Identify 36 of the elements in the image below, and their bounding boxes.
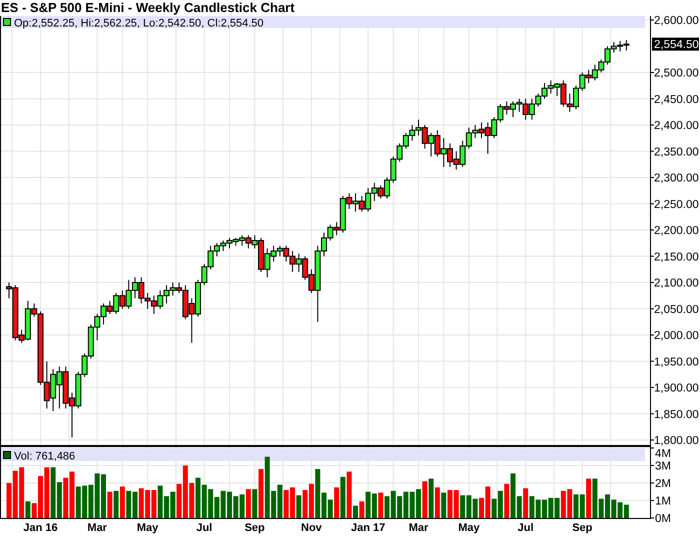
axis-label: 2,500.00	[654, 68, 699, 80]
axis-label: 2,100.00	[654, 278, 699, 290]
axis-label: 1,800.00	[654, 435, 699, 447]
axis-label: 1,950.00	[654, 356, 699, 368]
axis-label: 2,300.00	[654, 172, 699, 184]
axis-label: 0M	[655, 513, 671, 525]
axis-label: 3M	[655, 460, 671, 472]
axis-label: 1M	[655, 496, 671, 508]
axis-label: 2M	[655, 478, 671, 490]
price-readout: Op:2,552.25, Hi:2,562.25, Lo:2,542.50, Cl:2,554.50	[14, 18, 264, 30]
axis-label: May	[458, 522, 480, 534]
axis-label: Mar	[87, 522, 107, 534]
axis-label: Sep	[572, 522, 592, 534]
axis-label: 2,250.00	[654, 198, 699, 211]
axis-label: Sep	[244, 522, 265, 534]
last-price-label: 2,554.50	[654, 39, 699, 52]
axis-label: Jul	[196, 522, 212, 534]
axis-label: 4M	[655, 448, 671, 460]
axis-label: 2,600.00	[654, 15, 699, 27]
axis-label: 2,150.00	[654, 251, 699, 264]
axis-label: 1,900.00	[654, 382, 699, 394]
axis-label: Jan 17	[350, 522, 386, 534]
axis-label: Jan 16	[23, 522, 58, 534]
volume-readout: Vol: 761,486	[14, 450, 76, 462]
axis-label: Nov	[301, 522, 322, 534]
chart-title: ES - S&P 500 E-Mini - Weekly Candlestick Chart	[0, 0, 296, 16]
axis-label: May	[136, 522, 158, 534]
axis-label: 2,200.00	[654, 225, 699, 237]
axis-label: Jul	[518, 522, 534, 534]
axis-label: Mar	[408, 522, 428, 534]
axis-label: 2,450.00	[654, 94, 699, 106]
axis-label: 2,400.00	[654, 120, 699, 132]
axis-label: 1,850.00	[654, 408, 699, 421]
axis-label: 2,050.00	[654, 304, 699, 316]
axis-label: 2,000.00	[654, 330, 699, 342]
axis-label: 2,350.00	[654, 146, 699, 158]
